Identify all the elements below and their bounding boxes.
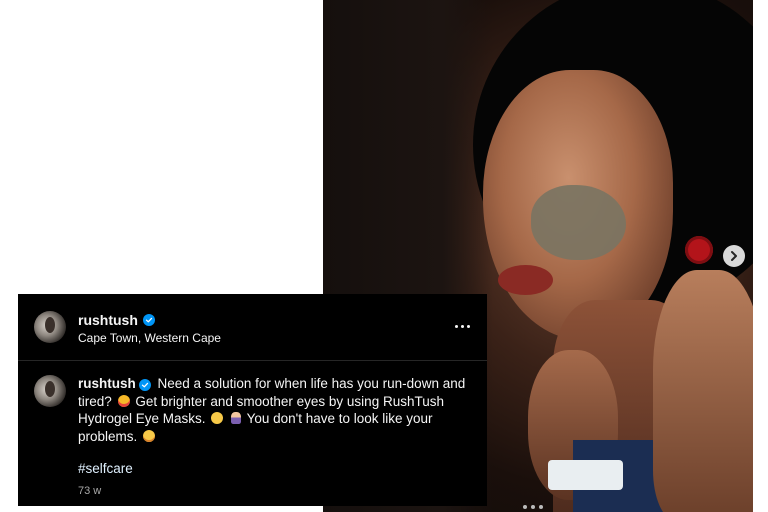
username-link[interactable]: rushtush: [78, 312, 138, 328]
relieved-face-icon: [211, 412, 224, 425]
photo-earring: [685, 236, 713, 264]
caption-avatar[interactable]: [34, 375, 66, 407]
more-options-icon[interactable]: [452, 316, 472, 336]
chevron-right-icon: [731, 251, 737, 261]
location-link[interactable]: Cape Town, Western Cape: [78, 331, 221, 345]
post-timestamp[interactable]: 73 w: [78, 485, 101, 497]
caption-text-3b: You don't have to look like your: [246, 411, 433, 427]
photo-hand-right: [653, 270, 753, 512]
post-caption: rushtush Need a solution for when life h…: [78, 375, 468, 445]
caption-username[interactable]: rushtush: [78, 376, 136, 391]
smiling-face-icon: [143, 429, 156, 442]
caption-text-3a: Hydrogel Eye Masks.: [78, 411, 206, 427]
carousel-dots: [523, 505, 543, 509]
caption-text-1: Need a solution for when life has you ru…: [157, 376, 466, 391]
hashtag-link[interactable]: #selfcare: [78, 461, 133, 476]
photo-lips: [498, 265, 553, 295]
caption-text-4: problems.: [78, 428, 138, 444]
post-header: rushtush Cape Town, Western Cape: [18, 294, 487, 361]
post-author: rushtush: [78, 312, 155, 328]
photo-eye-mask: [531, 185, 626, 260]
person-icon: [231, 412, 242, 425]
caption-text-2b: Get brighter and smoother eyes by using …: [135, 393, 444, 409]
exhausted-face-icon: [117, 394, 130, 407]
photo-cuff: [548, 460, 623, 490]
next-image-button[interactable]: [723, 245, 745, 267]
caption-text-2a: tired?: [78, 393, 112, 409]
post-card: rushtush Cape Town, Western Cape rushtus…: [18, 294, 487, 506]
avatar[interactable]: [34, 311, 66, 343]
verified-badge-icon: [138, 379, 151, 391]
verified-badge-icon: [142, 314, 155, 326]
